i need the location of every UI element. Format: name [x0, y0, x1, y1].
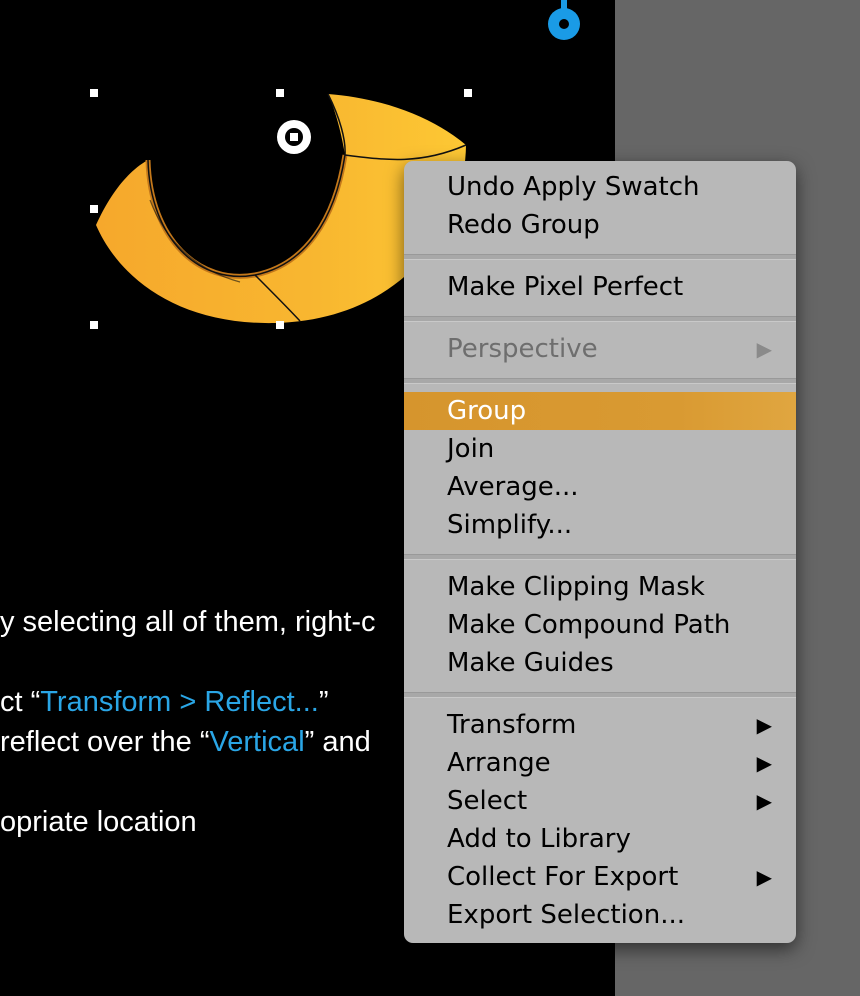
menu-item-select[interactable]: Select ▶	[404, 782, 796, 820]
menu-separator	[404, 554, 796, 560]
submenu-arrow-icon: ▶	[756, 789, 772, 813]
menu-item-make-guides[interactable]: Make Guides	[404, 644, 796, 682]
submenu-arrow-icon: ▶	[756, 865, 772, 889]
instruction-line-1: y selecting all of them, right-c	[0, 606, 376, 638]
menu-item-collect-for-export[interactable]: Collect For Export ▶	[404, 858, 796, 896]
instruction-line-4: opriate location	[0, 806, 197, 838]
menu-item-transform[interactable]: Transform ▶	[404, 706, 796, 744]
instruction-line-2: ct “Transform > Reflect...”	[0, 686, 329, 718]
menu-item-simplify[interactable]: Simplify...	[404, 506, 796, 544]
reference-point-icon[interactable]	[277, 120, 311, 154]
menu-item-arrange[interactable]: Arrange ▶	[404, 744, 796, 782]
menu-separator	[404, 692, 796, 698]
anchor-point-handle[interactable]	[548, 0, 580, 40]
submenu-arrow-icon: ▶	[756, 751, 772, 775]
highlight-transform-reflect: Transform > Reflect...	[40, 686, 319, 718]
menu-item-undo-apply-swatch[interactable]: Undo Apply Swatch	[404, 168, 796, 206]
menu-item-redo-group[interactable]: Redo Group	[404, 206, 796, 244]
menu-item-join[interactable]: Join	[404, 430, 796, 468]
menu-item-make-pixel-perfect[interactable]: Make Pixel Perfect	[404, 268, 796, 306]
menu-item-make-clipping-mask[interactable]: Make Clipping Mask	[404, 568, 796, 606]
context-menu: Undo Apply Swatch Redo Group Make Pixel …	[404, 161, 796, 943]
menu-separator	[404, 378, 796, 384]
instruction-line-3: reflect over the “Vertical” and	[0, 726, 371, 758]
menu-item-average[interactable]: Average...	[404, 468, 796, 506]
menu-item-perspective: Perspective ▶	[404, 330, 796, 368]
menu-item-add-to-library[interactable]: Add to Library	[404, 820, 796, 858]
submenu-arrow-icon: ▶	[756, 713, 772, 737]
menu-item-export-selection[interactable]: Export Selection...	[404, 896, 796, 934]
submenu-arrow-icon: ▶	[756, 337, 772, 361]
menu-item-make-compound-path[interactable]: Make Compound Path	[404, 606, 796, 644]
menu-separator	[404, 254, 796, 260]
highlight-vertical: Vertical	[209, 726, 305, 758]
menu-separator	[404, 316, 796, 322]
menu-item-group[interactable]: Group	[404, 392, 796, 430]
